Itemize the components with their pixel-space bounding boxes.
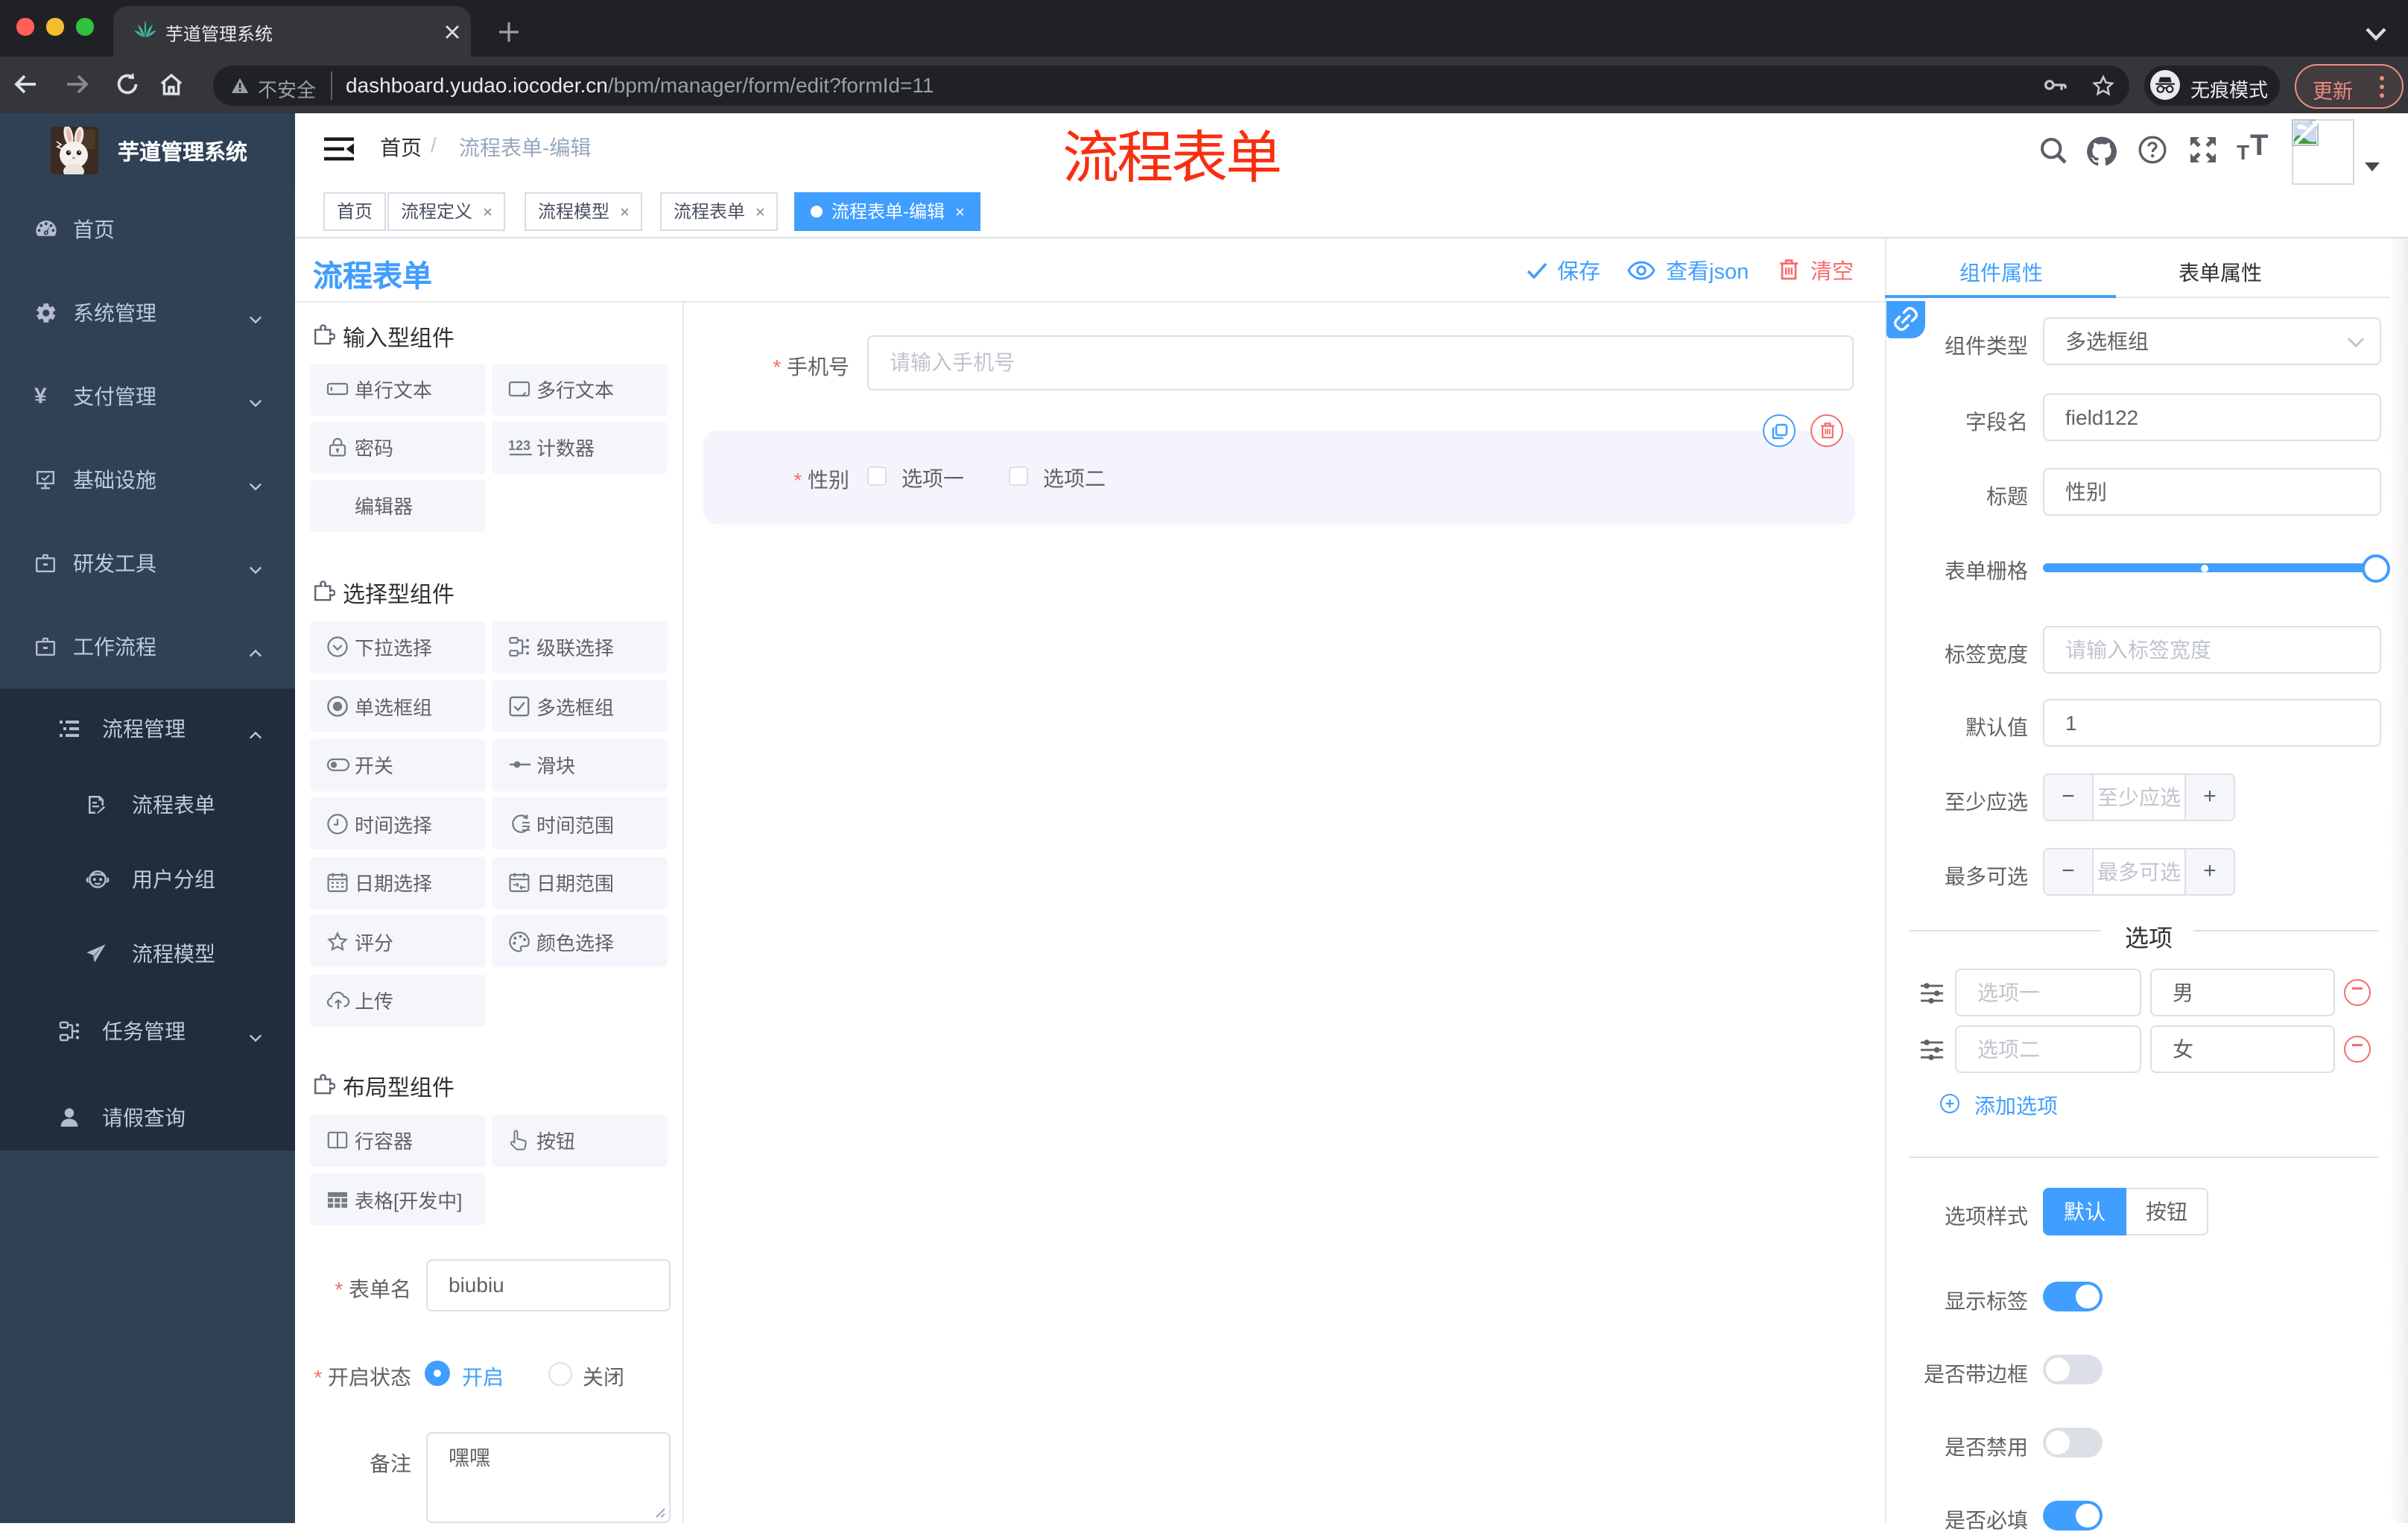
svg-text:123: 123 [508, 438, 530, 453]
